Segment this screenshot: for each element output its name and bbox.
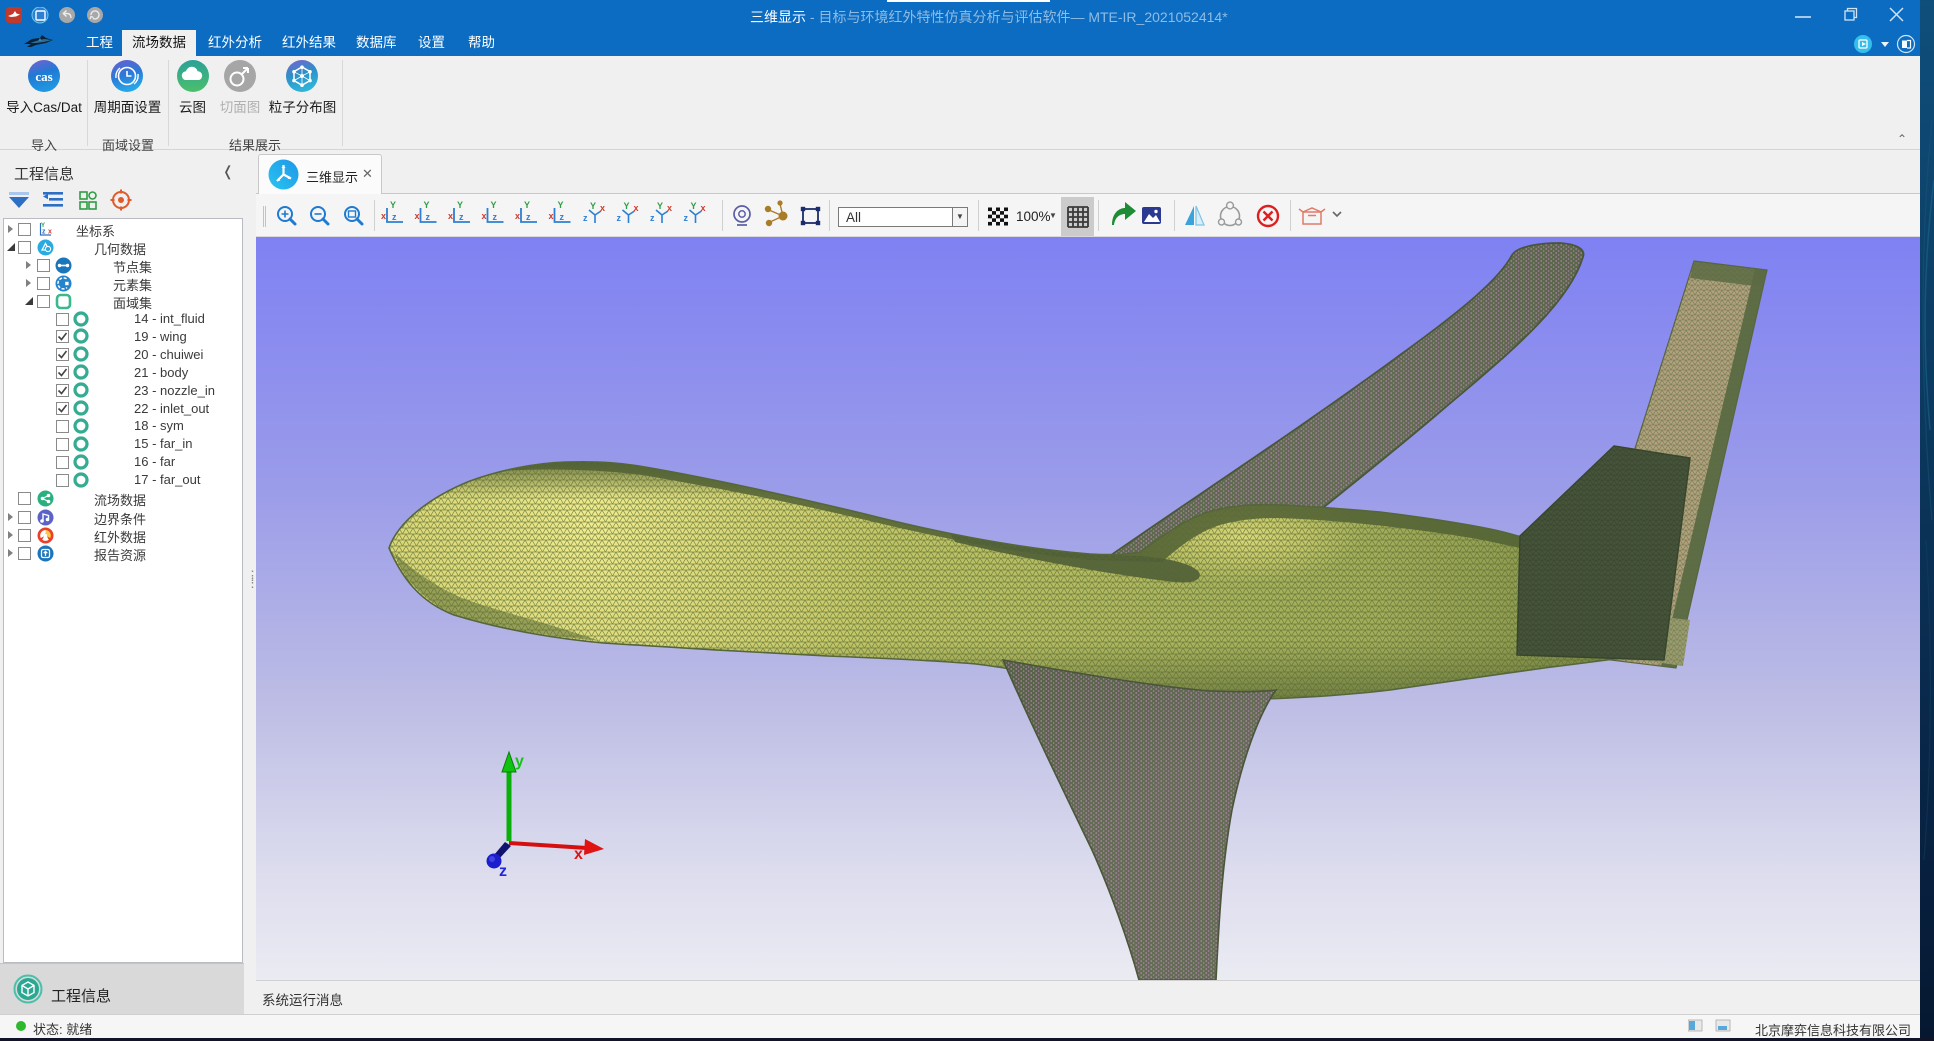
svg-text:Y: Y <box>390 200 396 210</box>
svg-text:z: z <box>583 213 588 223</box>
svg-text:x: x <box>600 203 605 213</box>
svg-text:Y: Y <box>624 201 630 211</box>
svg-text:z: z <box>684 213 689 223</box>
svg-text:z: z <box>493 212 498 222</box>
svg-text:z: z <box>42 229 46 236</box>
svg-text:Y: Y <box>590 201 596 211</box>
svg-text:z: z <box>526 212 531 222</box>
svg-text:x: x <box>48 229 52 236</box>
svg-text:Y: Y <box>457 200 463 210</box>
svg-text:Y: Y <box>657 201 663 211</box>
svg-text:Y: Y <box>424 200 430 210</box>
svg-text:Y: Y <box>524 200 530 210</box>
svg-text:cas: cas <box>35 69 52 84</box>
svg-text:x: x <box>381 211 386 221</box>
svg-text:x: x <box>415 211 420 221</box>
svg-text:z: z <box>499 863 507 880</box>
svg-text:x: x <box>482 211 487 221</box>
svg-text:x: x <box>701 203 706 213</box>
svg-text:z: z <box>426 212 431 222</box>
svg-text:Y: Y <box>558 200 564 210</box>
svg-text:y: y <box>515 753 524 770</box>
svg-text:Y: Y <box>691 201 697 211</box>
svg-text:z: z <box>650 213 655 223</box>
svg-text:x: x <box>667 203 672 213</box>
svg-text:x: x <box>549 211 554 221</box>
svg-text:x: x <box>634 203 639 213</box>
svg-text:z: z <box>392 212 397 222</box>
svg-text:Y: Y <box>491 200 497 210</box>
svg-text:z: z <box>459 212 464 222</box>
svg-text:z: z <box>560 212 565 222</box>
svg-text:x: x <box>448 211 453 221</box>
svg-text:x: x <box>515 211 520 221</box>
svg-text:z: z <box>617 213 622 223</box>
svg-text:x: x <box>574 846 583 863</box>
